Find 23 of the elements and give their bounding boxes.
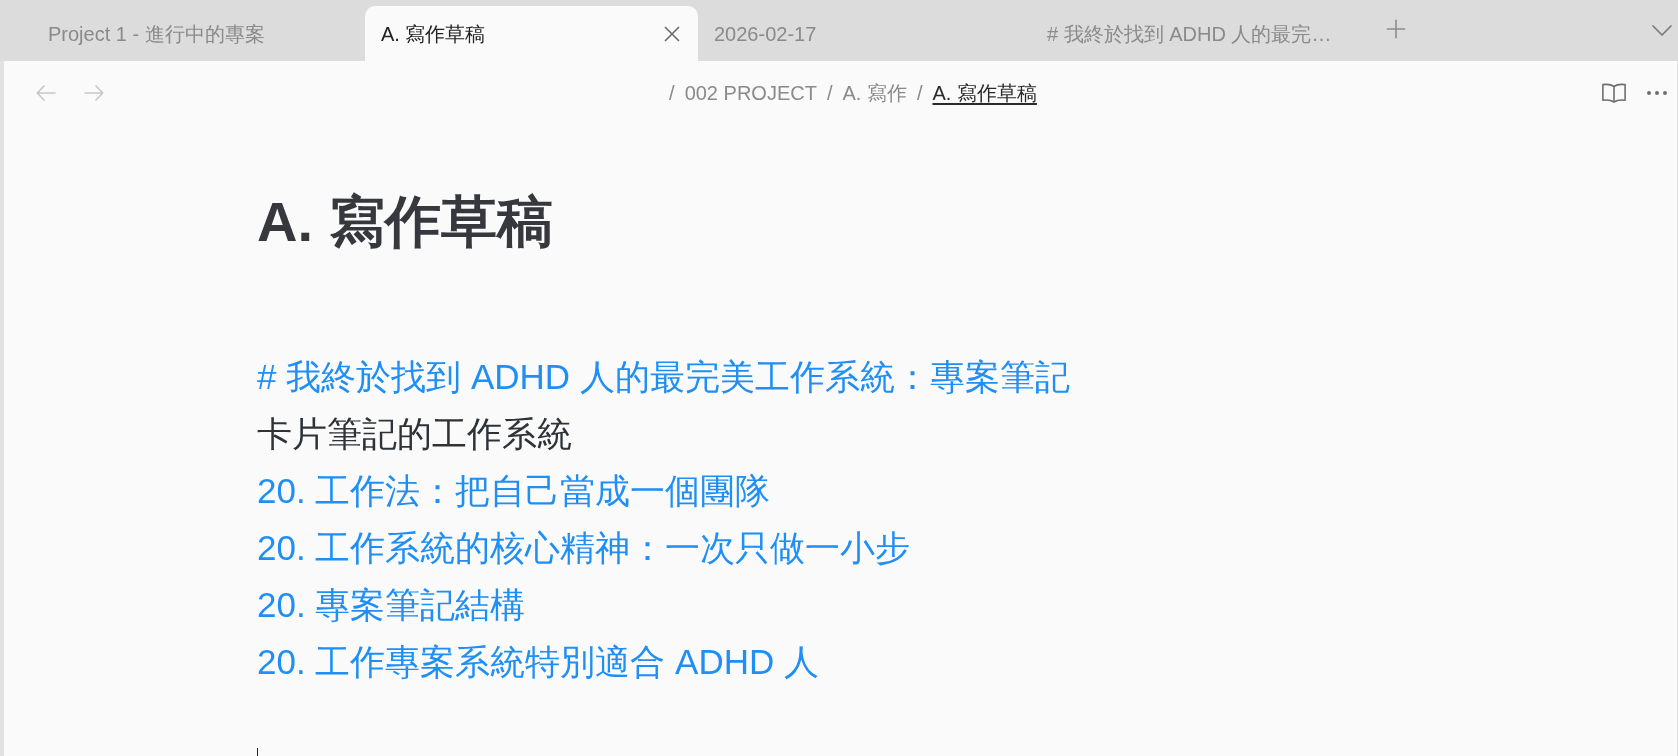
- breadcrumb-link[interactable]: A. 寫作: [842, 78, 907, 108]
- internal-link[interactable]: 20. 工作系統的核心精神：一次只做一小步: [257, 519, 911, 576]
- internal-link[interactable]: 20. 專案筆記結構: [257, 576, 526, 633]
- tab[interactable]: Project 1 - 進行中的專案: [32, 6, 365, 61]
- breadcrumb-separator: /: [669, 81, 675, 106]
- close-icon[interactable]: [664, 25, 680, 42]
- text-line: 卡片筆記的工作系統: [257, 413, 572, 455]
- new-tab-icon[interactable]: [1386, 18, 1406, 39]
- internal-link[interactable]: 20. 工作專案系統特別適合 ADHD 人: [257, 633, 819, 690]
- tab[interactable]: A. 寫作草稿: [365, 6, 698, 61]
- tab[interactable]: 2026-02-17: [698, 6, 1031, 61]
- breadcrumb-separator: /: [916, 81, 923, 106]
- book-icon[interactable]: [1602, 83, 1626, 103]
- breadcrumb-separator: /: [826, 81, 833, 106]
- tab[interactable]: # 我終於找到 ADHD 人的最完…: [1031, 6, 1364, 61]
- note-title: A. 寫作草稿: [257, 189, 553, 255]
- internal-link[interactable]: 20. 工作法：把自己當成一個團隊: [257, 462, 771, 519]
- internal-link[interactable]: # 我終於找到 ADHD 人的最完美工作系統：專案筆記: [257, 348, 1070, 405]
- text-cursor: [257, 748, 258, 756]
- chevron-down-icon[interactable]: [1652, 25, 1672, 36]
- breadcrumb-link[interactable]: A. 寫作草稿: [932, 78, 1037, 108]
- more-icon[interactable]: [1647, 91, 1667, 95]
- breadcrumb-link[interactable]: 002 PROJECT: [684, 78, 817, 108]
